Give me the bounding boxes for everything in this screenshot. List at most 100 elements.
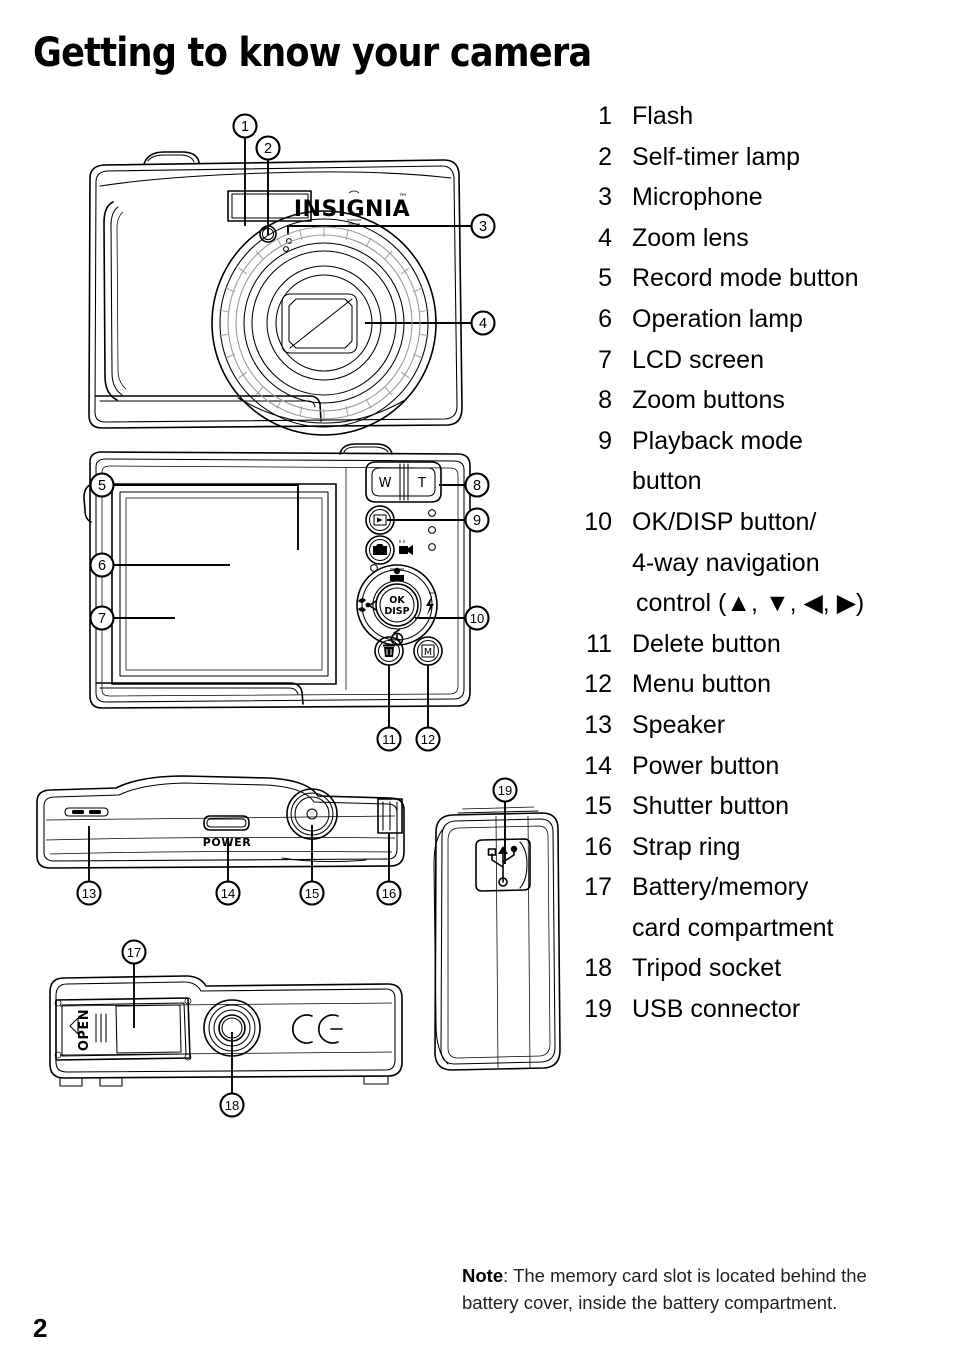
legend-item-number: 9	[598, 426, 612, 455]
legend-item-10: 10 OK/DISP button/	[566, 502, 946, 543]
legend-item-1: 1 Flash	[566, 96, 946, 137]
legend-item-number: 4	[598, 223, 612, 252]
svg-text:4: 4	[479, 316, 487, 332]
legend-item-number: 18	[584, 954, 612, 983]
delete-button	[374, 636, 404, 666]
legend-item-number: 17	[584, 873, 612, 902]
callout-19: 19	[492, 777, 518, 803]
legend-item-11: 11 Delete button	[566, 624, 946, 665]
camera-top-view: POWER 13 14 15 16	[20, 768, 440, 923]
zoom-buttons: W T	[365, 461, 442, 503]
legend-item-16: 16 Strap ring	[566, 827, 946, 868]
callout-11: 11	[376, 726, 402, 752]
svg-text:OPEN: OPEN	[77, 1009, 92, 1051]
svg-text:7: 7	[98, 611, 106, 627]
legend-item-number: 13	[584, 710, 612, 739]
callout-16: 16	[376, 880, 402, 906]
legend-item-label: Speaker	[632, 710, 726, 739]
svg-text:19: 19	[498, 783, 512, 798]
callout-2: 2	[255, 135, 281, 161]
svg-text:14: 14	[221, 886, 235, 901]
legend-item-4: 4 Zoom lens	[566, 218, 946, 259]
callout-4: 4	[470, 310, 496, 336]
svg-text:INSIGNIA: INSIGNIA	[294, 197, 410, 222]
svg-text:15: 15	[305, 886, 319, 901]
legend-item-number: 5	[598, 264, 612, 293]
svg-text:12: 12	[421, 732, 435, 747]
svg-text:17: 17	[127, 945, 141, 960]
ce-mark	[292, 1014, 343, 1044]
legend-item-label: Operation lamp	[632, 304, 803, 333]
legend-item-label: Playback mode	[632, 426, 803, 455]
camera-bottom-view: OPEN 17 18	[20, 930, 420, 1120]
svg-text:6: 6	[98, 558, 106, 574]
svg-text:OK: OK	[389, 595, 405, 606]
legend-item-number: 14	[584, 751, 612, 780]
legend-item-number: 12	[584, 670, 612, 699]
legend-item-number: 6	[598, 304, 612, 333]
camera-back-view: W T OK DISP M 5 6 7 8 9 10 11 12	[40, 440, 530, 760]
legend-item-label: USB connector	[632, 995, 801, 1024]
svg-text:M: M	[424, 647, 432, 658]
legend-item-label: Microphone	[632, 183, 763, 212]
svg-text:13: 13	[82, 886, 96, 901]
svg-text:DISP: DISP	[384, 606, 409, 617]
legend-item-number: 7	[598, 345, 612, 374]
camera-side-view: 19	[420, 772, 580, 1087]
legend-item-label: Strap ring	[632, 832, 741, 861]
legend-item-number: 10	[584, 507, 612, 536]
legend-item-label: Shutter button	[632, 792, 790, 821]
legend-item-17-continuation: card compartment	[566, 908, 946, 949]
callout-7: 7	[89, 605, 115, 631]
usb-connector	[475, 838, 531, 892]
legend-item-label-continued: control (▲, ▼, ◀, ▶)	[636, 589, 865, 618]
callout-5: 5	[89, 472, 115, 498]
legend-item-15: 15 Shutter button	[566, 786, 946, 827]
callout-6: 6	[89, 552, 115, 578]
callout-17: 17	[121, 939, 147, 965]
legend-item-label: LCD screen	[632, 345, 764, 374]
svg-text:POWER: POWER	[203, 836, 252, 849]
callout-13: 13	[76, 880, 102, 906]
legend-item-label: Battery/memory	[632, 873, 809, 902]
legend-item-5: 5 Record mode button	[566, 258, 946, 299]
legend-item-label: Self-timer lamp	[632, 142, 801, 171]
svg-text:W: W	[379, 476, 392, 491]
svg-text:10: 10	[470, 611, 484, 626]
legend-item-6: 6 Operation lamp	[566, 299, 946, 340]
svg-text:18: 18	[225, 1098, 239, 1113]
legend-item-label-continued: 4-way navigation	[632, 548, 820, 577]
legend-item-number: 16	[584, 832, 612, 861]
record-mode-button	[365, 535, 413, 565]
legend-item-12: 12 Menu button	[566, 664, 946, 705]
legend-item-label: Menu button	[632, 670, 771, 699]
svg-text:2: 2	[264, 141, 272, 157]
legend-item-number: 15	[584, 792, 612, 821]
svg-text:3: 3	[479, 219, 487, 235]
callout-10: 10	[464, 605, 490, 631]
camera-front-view: INSIGNIA ™ 1 2 3 4	[60, 108, 530, 448]
callout-1: 1	[232, 113, 258, 139]
callout-9: 9	[464, 507, 490, 533]
legend-item-7: 7 LCD screen	[566, 340, 946, 381]
note-label: Note	[462, 1265, 504, 1286]
legend-item-label: Power button	[632, 751, 780, 780]
svg-text:™: ™	[399, 193, 408, 203]
callout-15: 15	[299, 880, 325, 906]
callout-18: 18	[219, 1092, 245, 1118]
legend-item-9: 9 Playback mode	[566, 421, 946, 462]
speaker	[64, 807, 109, 817]
legend-item-label: Flash	[632, 102, 694, 130]
legend-item-label: Record mode button	[632, 264, 859, 293]
legend-item-18: 18 Tripod socket	[566, 948, 946, 989]
menu-button: M	[413, 636, 443, 666]
legend-item-8: 8 Zoom buttons	[566, 380, 946, 421]
legend-item-label-continued: card compartment	[632, 913, 834, 942]
legend-item-3: 3 Microphone	[566, 177, 946, 218]
legend-item-13: 13 Speaker	[566, 705, 946, 746]
shutter-button	[286, 788, 338, 840]
svg-text:11: 11	[382, 732, 396, 747]
nav-up-scene-icon	[390, 567, 404, 581]
legend-item-label: Delete button	[632, 629, 781, 658]
legend-item-number: 3	[598, 183, 612, 212]
